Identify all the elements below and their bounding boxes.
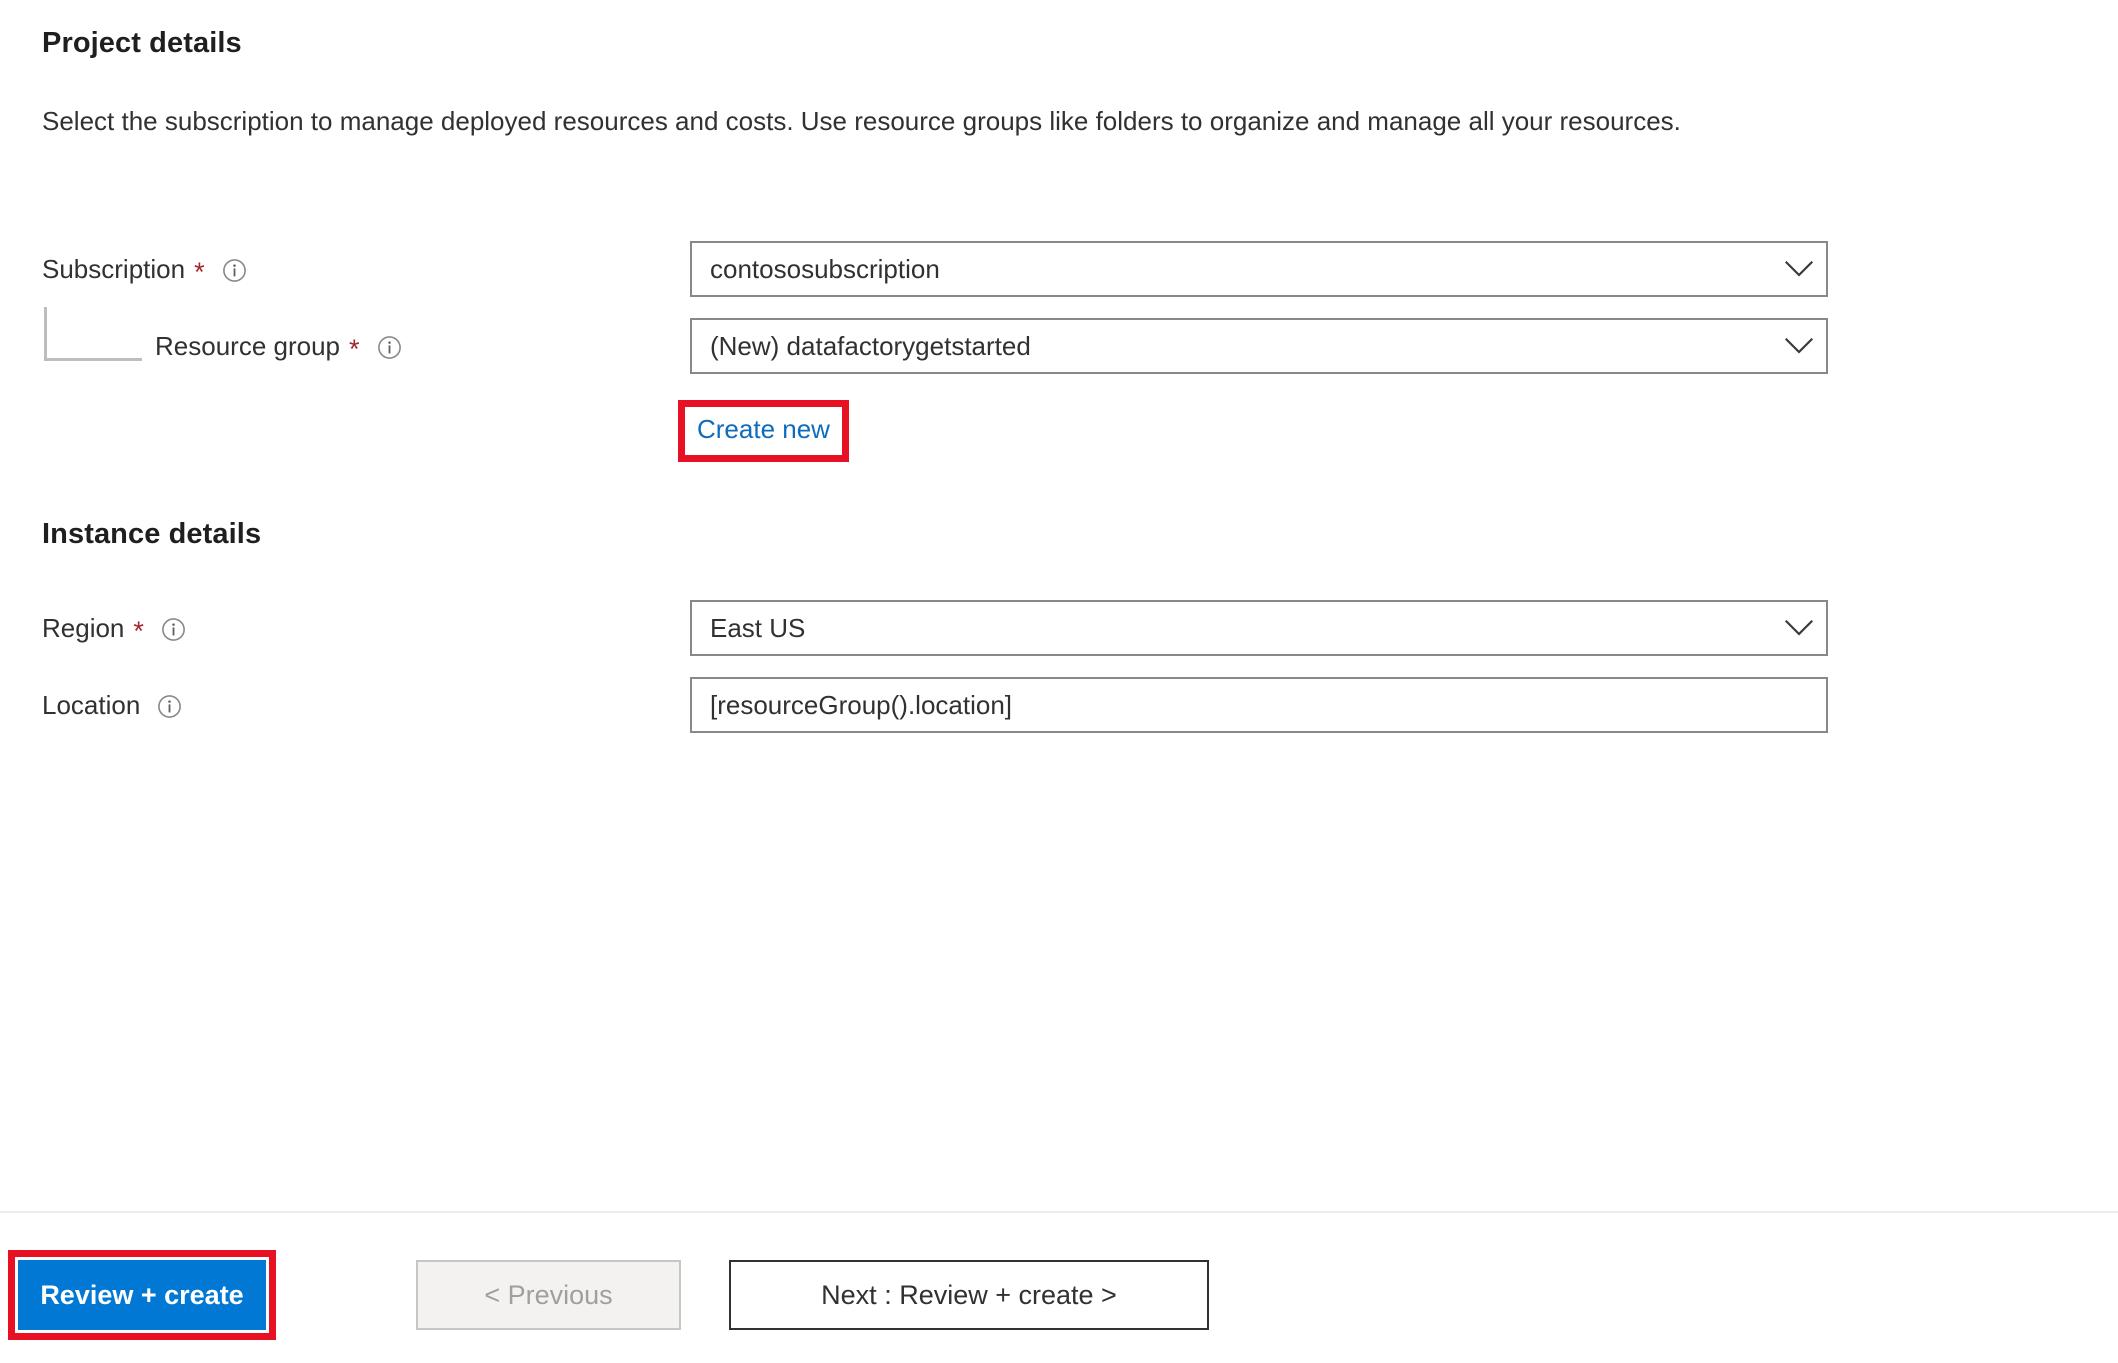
resource-group-label: Resource group *: [155, 315, 402, 377]
location-label-text: Location: [42, 689, 141, 720]
region-label: Region *: [42, 597, 186, 659]
create-new-highlight-box: Create new: [678, 400, 849, 462]
resource-group-label-text: Resource group: [155, 330, 340, 361]
subscription-selected-value: contososubscription: [710, 253, 940, 284]
subscription-label-text: Subscription: [42, 253, 186, 284]
project-details-description: Select the subscription to manage deploy…: [42, 106, 1681, 136]
info-icon[interactable]: [377, 335, 402, 360]
region-field-row: Region * East US: [0, 597, 2118, 659]
subscription-dropdown[interactable]: contososubscription: [690, 241, 1828, 297]
create-new-link[interactable]: Create new: [697, 409, 830, 449]
region-selected-value: East US: [710, 612, 806, 643]
region-dropdown[interactable]: East US: [690, 600, 1828, 656]
subscription-required-asterisk: *: [194, 256, 205, 287]
resource-group-required-asterisk: *: [349, 333, 360, 364]
info-icon[interactable]: [157, 694, 182, 719]
instance-details-heading: Instance details: [42, 518, 262, 550]
subscription-label: Subscription *: [42, 238, 247, 300]
subscription-field-row: Subscription * contososubscription: [0, 238, 2118, 300]
resource-group-dropdown[interactable]: (New) datafactorygetstarted: [690, 318, 1828, 374]
project-details-heading: Project details: [42, 27, 242, 59]
resource-group-selected-value: (New) datafactorygetstarted: [710, 330, 1031, 361]
chevron-down-icon[interactable]: [1772, 619, 1826, 637]
previous-button[interactable]: < Previous: [416, 1260, 681, 1330]
footer-action-bar: Review + create < Previous Next : Review…: [0, 1250, 2118, 1340]
region-required-asterisk: *: [133, 615, 144, 646]
resource-group-field-row: Resource group * (New) datafactorygetsta…: [0, 315, 2118, 377]
location-value: [resourceGroup().location]: [710, 689, 1013, 720]
region-label-text: Region: [42, 612, 125, 643]
review-create-button[interactable]: Review + create: [18, 1260, 266, 1330]
info-icon[interactable]: [161, 617, 186, 642]
info-icon[interactable]: [222, 258, 247, 283]
next-review-create-button[interactable]: Next : Review + create >: [729, 1260, 1209, 1330]
location-field-row: Location [resourceGroup().location]: [0, 674, 2118, 736]
footer-divider: [0, 1211, 2118, 1213]
location-label: Location: [42, 674, 182, 736]
chevron-down-icon[interactable]: [1772, 260, 1826, 278]
chevron-down-icon[interactable]: [1772, 337, 1826, 355]
location-textbox[interactable]: [resourceGroup().location]: [690, 677, 1828, 733]
create-data-factory-basics-pane: Project details Select the subscription …: [0, 0, 2118, 1363]
